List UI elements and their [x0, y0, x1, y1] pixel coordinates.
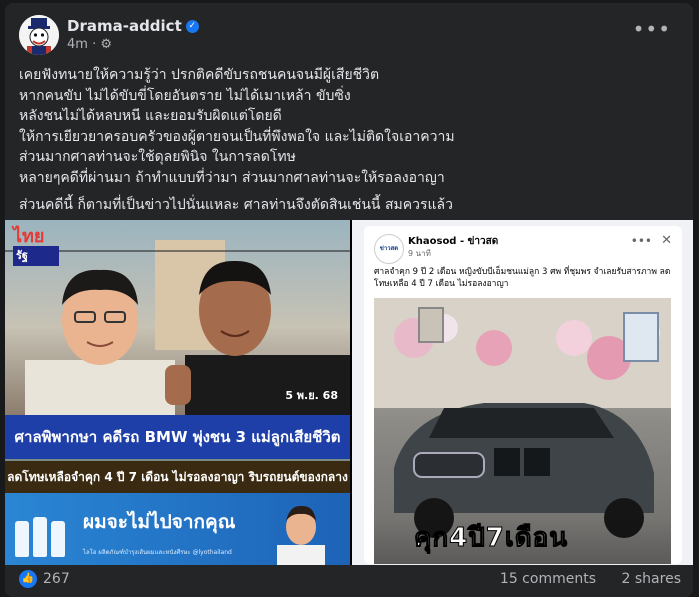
- thairath-logo: ไทย รัฐ: [13, 228, 67, 268]
- product-bottle: [51, 521, 65, 557]
- image-caption: คุก4ปี7เดือน: [414, 523, 568, 554]
- man-left-figure: [25, 269, 175, 420]
- embedded-post: ข่าวสด Khaosod - ข่าวสด 9 นาที ••• ✕ ศาล…: [364, 226, 682, 564]
- post-line: หลายๆคดีที่ผ่านมา ถ้าทำแบบที่ว่ามา ส่วนม…: [19, 169, 445, 186]
- author-name-text[interactable]: Drama-addict: [67, 17, 182, 35]
- khaosod-time: 9 นาที: [408, 249, 431, 258]
- like-icon[interactable]: 👍: [19, 570, 37, 588]
- reaction-count[interactable]: 267: [43, 571, 70, 587]
- share-count[interactable]: 2 shares: [622, 571, 681, 587]
- ad-small-text: ไลโอ ผลิตภัณฑ์บำรุงเส้นผมและหนังศีรษะ @l…: [83, 549, 232, 556]
- post-line: หากคนขับ ไม่ได้ขับขี่โดยอันตราย ไม่ได้เม…: [19, 87, 351, 104]
- post-footer: 👍 267 15 comments 2 shares: [19, 570, 681, 592]
- post-images: ไทย รัฐ 5 พ.ย. 68 ศาลพิพากษา คดีรถ BMW พ…: [5, 220, 693, 565]
- image-date: 5 พ.ย. 68: [285, 389, 338, 402]
- headline-banner: ศาลพิพากษา คดีรถ BMW พุ่งชน 3 แม่ลูกเสีย…: [5, 415, 350, 459]
- ad-banner: ผมจะไม่ไปจากคุณ ไลโอ ผลิตภัณฑ์บำรุงเส้นผ…: [5, 493, 350, 565]
- news-image-thairath[interactable]: ไทย รัฐ 5 พ.ย. 68 ศาลพิพากษา คดีรถ BMW พ…: [5, 220, 350, 565]
- post-line: เคยฟังทนายให้ความรู้ว่า ปรกติคดีขับรถชนค…: [19, 67, 380, 83]
- ad-headline: ผมจะไม่ไปจากคุณ: [83, 511, 236, 533]
- verified-badge-icon: ✓: [185, 20, 199, 33]
- gear-icon[interactable]: ⚙: [100, 37, 112, 52]
- separator-dot: ·: [92, 37, 97, 52]
- news-image-khaosod[interactable]: ข่าวสด Khaosod - ข่าวสด 9 นาที ••• ✕ ศาล…: [352, 220, 693, 565]
- post-line: หลังชนไม่ได้หลบหนี และยอมรับผิดแต่โดยดี: [19, 108, 282, 124]
- subheadline-banner: ลดโทษเหลือจำคุก 4 ปี 7 เดือน ไม่รอลงอาญา…: [5, 461, 350, 493]
- ad-model-figure: [277, 505, 325, 565]
- post-header: Drama-addict ✓ 4m · ⚙ •••: [19, 13, 683, 57]
- post-time[interactable]: 4m: [67, 37, 88, 52]
- logo-bottom-text: รัฐ: [13, 246, 59, 266]
- author-name[interactable]: Drama-addict ✓: [67, 17, 199, 35]
- author-avatar[interactable]: [19, 15, 59, 55]
- post-meta: 4m · ⚙: [67, 37, 112, 52]
- logo-top-text: ไทย: [13, 226, 45, 247]
- product-bottle: [33, 517, 47, 557]
- post-card: Drama-addict ✓ 4m · ⚙ ••• เคยฟังทนายให้คว…: [5, 3, 693, 597]
- embedded-post-text: ศาลจำคุก 9 ปี 2 เดือน หญิงขับบีเอ็มชนแม่…: [374, 267, 671, 289]
- embedded-more-icon: •••: [630, 234, 652, 248]
- post-line: ส่วนมากศาลท่านจะใช้ดุลยพินิจ ในการลดโทษ: [19, 149, 296, 165]
- close-icon: ✕: [661, 233, 672, 248]
- crash-photo: คุก4ปี7เดือน: [374, 298, 671, 564]
- khaosod-avatar: ข่าวสด: [374, 234, 404, 264]
- comment-count[interactable]: 15 comments: [500, 571, 596, 587]
- post-text: เคยฟังทนายให้ความรู้ว่า ปรกติคดีขับรถชนค…: [19, 65, 679, 216]
- more-options-icon[interactable]: •••: [633, 17, 671, 41]
- product-bottle: [15, 521, 29, 557]
- post-line: ให้การเยียวยาครอบครัวของผู้ตายจนเป็นที่พ…: [19, 128, 455, 145]
- post-line: ส่วนคดีนี้ ก็ตามที่เป็นข่าวไปนั่นแหละ ศา…: [19, 197, 453, 213]
